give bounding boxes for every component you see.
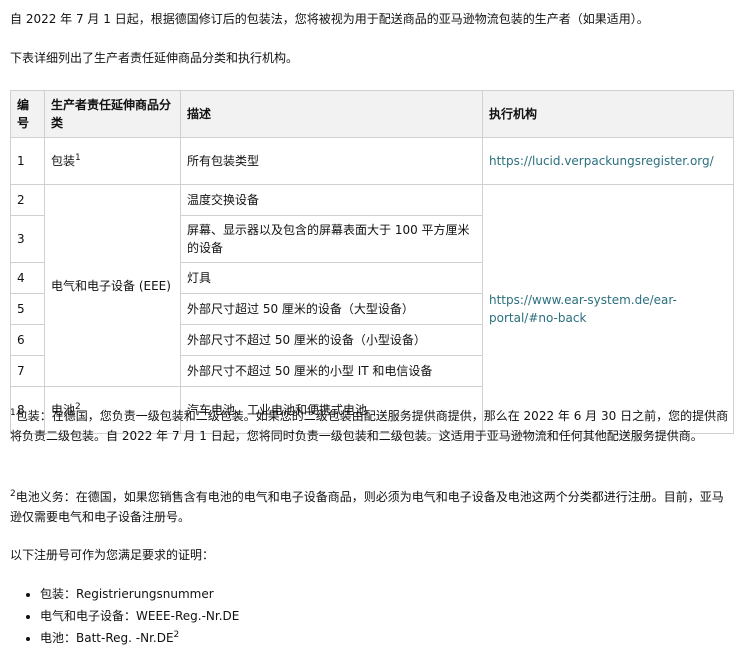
row-number: 5 — [10, 293, 45, 325]
list-item: 电池：Batt-Reg. -Nr.DE2 — [40, 627, 239, 649]
footnote-text: 包装：在德国，您负责一级包装和二级包装。如果您的二级包装由配送服务提供商提供，那… — [10, 409, 729, 443]
footnote-text: 电池义务：在德国，如果您销售含有电池的电气和电子设备商品，则必须为电气和电子设备… — [10, 490, 724, 524]
epr-category-table: 编号 生产者责任延伸商品分类 描述 执行机构 1 包装1 所有包装类型 http… — [10, 90, 734, 434]
row-description: 所有包装类型 — [180, 137, 483, 185]
row-category: 电气和电子设备 (EEE) — [44, 184, 181, 387]
intro-paragraph: 自 2022 年 7 月 1 日起，根据德国修订后的包装法，您将被视为用于配送商… — [10, 12, 649, 26]
row-number: 6 — [10, 324, 45, 356]
list-item: 电气和电子设备：WEEE-Reg.-Nr.DE — [40, 605, 239, 627]
row-number: 3 — [10, 215, 45, 263]
reg-label: 电池： — [40, 631, 77, 645]
table-header-row: 编号 生产者责任延伸商品分类 描述 执行机构 — [10, 90, 734, 138]
row-number: 2 — [10, 184, 45, 216]
row-description: 外部尺寸不超过 50 厘米的小型 IT 和电信设备 — [180, 355, 483, 387]
header-number: 编号 — [10, 90, 45, 138]
reg-label: 电气和电子设备： — [40, 609, 137, 623]
footnote-battery: 2电池义务：在德国，如果您销售含有电池的电气和电子设备商品，则必须为电气和电子设… — [10, 487, 729, 527]
row-description: 温度交换设备 — [180, 184, 483, 216]
row-description: 外部尺寸不超过 50 厘米的设备（小型设备） — [180, 324, 483, 356]
reg-value: Registrierungsnummer — [76, 587, 214, 601]
footnote-ref: 2 — [173, 630, 180, 640]
header-authority: 执行机构 — [482, 90, 734, 138]
authority-link[interactable]: https://www.ear-system.de/ear-portal/#no… — [489, 293, 677, 325]
table-row: 1 包装1 所有包装类型 https://lucid.verpackungsre… — [10, 137, 734, 185]
row-number: 4 — [10, 262, 45, 294]
authority-link[interactable]: https://lucid.verpackungsregister.org/ — [489, 154, 714, 168]
header-category: 生产者责任延伸商品分类 — [44, 90, 181, 138]
footnote-packaging: 1包装：在德国，您负责一级包装和二级包装。如果您的二级包装由配送服务提供商提供，… — [10, 406, 729, 446]
reg-label: 包装： — [40, 587, 77, 601]
category-text: 包装 — [51, 154, 76, 168]
row-description: 灯具 — [180, 262, 483, 294]
footnote-ref: 1 — [75, 153, 81, 163]
list-item: 包装：Registrierungsnummer — [40, 583, 239, 605]
row-number: 1 — [10, 137, 45, 185]
header-description: 描述 — [180, 90, 483, 138]
row-authority: https://www.ear-system.de/ear-portal/#no… — [482, 184, 734, 434]
row-description: 外部尺寸超过 50 厘米的设备（大型设备） — [180, 293, 483, 325]
proof-intro: 以下注册号可作为您满足要求的证明： — [10, 548, 215, 562]
reg-value: WEEE-Reg.-Nr.DE — [136, 609, 240, 623]
table-row: 2 电气和电子设备 (EEE) 温度交换设备 https://www.ear-s… — [10, 184, 734, 434]
row-number: 7 — [10, 355, 45, 387]
row-category: 包装1 — [44, 137, 181, 185]
row-description: 屏幕、显示器以及包含的屏幕表面大于 100 平方厘米的设备 — [180, 215, 483, 263]
reg-value: Batt-Reg. -Nr.DE — [76, 631, 174, 645]
row-authority: https://lucid.verpackungsregister.org/ — [482, 137, 734, 185]
registration-list: 包装：Registrierungsnummer 电气和电子设备：WEEE-Reg… — [10, 583, 239, 649]
table-lead-paragraph: 下表详细列出了生产者责任延伸商品分类和执行机构。 — [10, 51, 299, 65]
